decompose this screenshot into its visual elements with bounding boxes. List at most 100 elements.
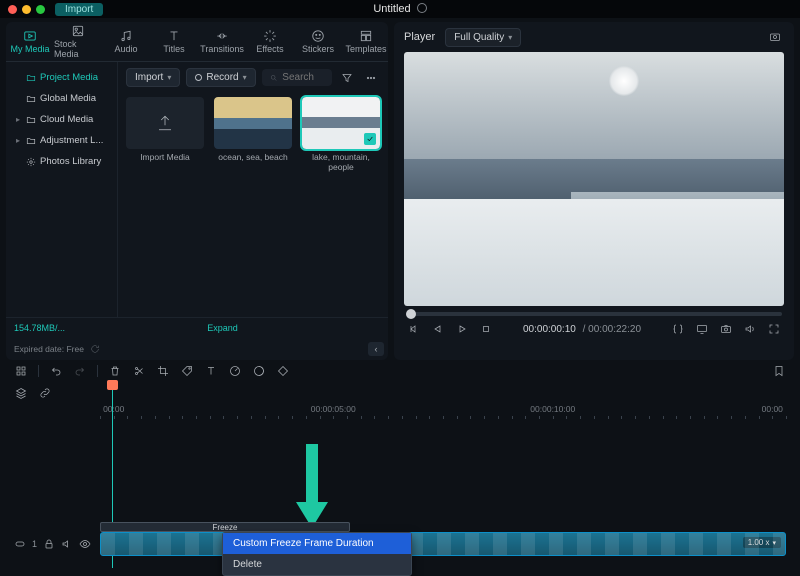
my-media-icon [23,29,37,43]
search-input[interactable] [282,72,324,83]
braces-icon[interactable] [670,320,686,338]
camera-icon[interactable] [718,320,734,338]
tab-label: Stickers [302,44,334,54]
freeze-frame-segment[interactable]: Freeze [100,522,350,532]
titlebar-import-button[interactable]: Import [55,3,103,16]
sidebar-item-adjustment-layer[interactable]: ▸ Adjustment L... [10,131,113,150]
record-icon [195,74,202,81]
timeline-layers-icon[interactable] [14,384,28,402]
window-close-traffic-light[interactable] [8,5,17,14]
grid-icon[interactable] [14,364,28,378]
speed-icon[interactable] [228,364,242,378]
import-dropdown[interactable]: Import▾ [126,68,180,87]
sidebar-item-label: Cloud Media [40,114,93,125]
sidebar-item-photos-library[interactable]: Photos Library [10,152,113,171]
record-label: Record [206,72,238,83]
card-label: ocean, sea, beach [218,152,287,162]
effects-icon [263,29,277,43]
fullscreen-icon[interactable] [766,320,782,338]
tab-my-media[interactable]: My Media [6,22,54,61]
tab-templates[interactable]: Templates [342,22,390,61]
tab-transitions[interactable]: Transitions [198,22,246,61]
tab-effects[interactable]: Effects [246,22,294,61]
sidebar-item-project-media[interactable]: Project Media [10,68,113,87]
crop-icon[interactable] [156,364,170,378]
lock-icon[interactable] [43,538,55,550]
tag-icon[interactable] [180,364,194,378]
media-clip-lake[interactable]: lake, mountain, people [302,97,380,172]
filter-icon[interactable] [338,69,356,87]
current-time: 00:00:00:10 [523,324,576,335]
titles-icon [167,29,181,43]
record-dropdown[interactable]: Record▾ [186,68,255,87]
stock-media-icon [71,24,85,38]
display-icon[interactable] [694,320,710,338]
more-icon[interactable] [362,69,380,87]
color-icon[interactable] [252,364,266,378]
tab-stock-media[interactable]: Stock Media [54,22,102,61]
mute-icon[interactable] [61,538,73,550]
tab-stickers[interactable]: Stickers [294,22,342,61]
media-search[interactable] [262,69,332,86]
panel-collapse-button[interactable]: ‹ [368,342,384,356]
templates-icon [359,29,373,43]
sidebar-item-label: Global Media [40,93,96,104]
media-panel: My Media Stock Media Audio Titles Transi… [6,22,388,360]
tab-label: Audio [114,44,137,54]
ruler-label: 00:00:10:00 [530,404,575,414]
prev-frame-icon[interactable] [406,320,422,338]
stop-icon[interactable] [478,320,494,338]
stickers-icon [311,29,325,43]
visibility-icon[interactable] [79,538,91,550]
sidebar-item-cloud-media[interactable]: ▸ Cloud Media [10,110,113,129]
keyframe-icon[interactable] [276,364,290,378]
play-back-icon[interactable] [430,320,446,338]
card-label: Import Media [140,152,190,162]
timeline-panel: 00:00 00:00:05:00 00:00:10:00 00:00 1 Fr… [0,382,800,568]
play-icon[interactable] [454,320,470,338]
tab-label: Templates [345,44,386,54]
window-minimize-traffic-light[interactable] [22,5,31,14]
import-label: Import [135,72,163,83]
text-icon[interactable] [204,364,218,378]
video-clip-track[interactable]: 1.00 x ▾ [100,532,786,556]
storage-expand-link[interactable]: Expand [207,323,238,333]
tab-audio[interactable]: Audio [102,22,150,61]
marker-icon[interactable] [772,364,786,378]
snapshot-icon[interactable] [766,28,784,46]
volume-icon[interactable] [742,320,758,338]
split-icon[interactable] [132,364,146,378]
preview-viewport[interactable] [404,52,784,306]
player-label: Player [404,31,435,43]
sidebar-item-label: Adjustment L... [40,135,103,146]
sidebar-item-global-media[interactable]: Global Media [10,89,113,108]
timeline-link-icon[interactable] [38,384,52,402]
sidebar-item-label: Project Media [40,72,98,83]
search-icon [270,73,278,83]
storage-expiry: Expired date: Free [14,344,84,354]
folder-icon [26,115,36,125]
redo-icon[interactable] [73,364,87,378]
transitions-icon [215,29,229,43]
preview-scrubber[interactable] [406,312,782,316]
menu-delete[interactable]: Delete [223,554,411,575]
tab-label: Titles [163,44,184,54]
selected-check-icon [364,133,376,145]
ruler-label: 00:00:05:00 [311,404,356,414]
refresh-icon[interactable] [90,344,100,354]
ruler-label: 00:00 [762,404,783,414]
media-clip-ocean[interactable]: ocean, sea, beach [214,97,292,162]
card-label: lake, mountain, people [302,152,380,172]
quality-dropdown[interactable]: Full Quality▾ [445,28,521,47]
window-zoom-traffic-light[interactable] [36,5,45,14]
quality-label: Full Quality [454,32,504,43]
timeline-ruler[interactable]: 00:00 00:00:05:00 00:00:10:00 00:00 [100,404,786,422]
menu-custom-freeze-duration[interactable]: Custom Freeze Frame Duration [223,533,411,554]
delete-icon[interactable] [108,364,122,378]
clip-speed-badge[interactable]: 1.00 x ▾ [743,537,781,548]
undo-icon[interactable] [49,364,63,378]
track-toggle-icon[interactable] [14,538,26,550]
ruler-label: 00:00 [103,404,124,414]
import-media-card[interactable]: Import Media [126,97,204,162]
tab-titles[interactable]: Titles [150,22,198,61]
